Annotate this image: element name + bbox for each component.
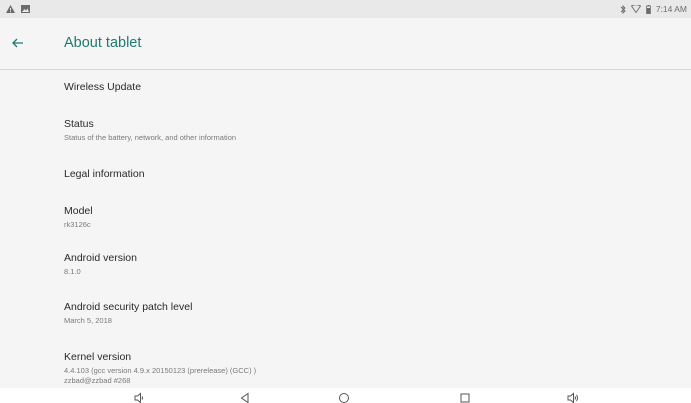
navigation-bar bbox=[0, 388, 691, 403]
image-notification-icon bbox=[21, 5, 30, 13]
item-summary: rk3126c bbox=[64, 220, 91, 229]
list-item-security-patch[interactable]: Android security patch level March 5, 20… bbox=[64, 301, 664, 326]
volume-up-button[interactable] bbox=[566, 392, 586, 403]
recents-square-icon bbox=[459, 392, 479, 403]
back-arrow-icon bbox=[12, 35, 24, 53]
app-bar: About tablet bbox=[0, 18, 691, 70]
item-summary: 8.1.0 bbox=[64, 267, 81, 276]
item-summary: March 5, 2018 bbox=[64, 316, 112, 325]
item-title: Wireless Update bbox=[64, 81, 142, 93]
home-button[interactable] bbox=[338, 392, 358, 403]
status-bar: 7:14 AM bbox=[0, 0, 691, 18]
battery-icon bbox=[645, 4, 651, 14]
item-title: Kernel version bbox=[64, 351, 132, 363]
status-right-icons: 7:14 AM bbox=[620, 4, 687, 14]
volume-down-button[interactable] bbox=[133, 392, 153, 403]
list-item-kernel-version[interactable]: Kernel version 4.4.103 (gcc version 4.9.… bbox=[64, 351, 664, 388]
recents-button[interactable] bbox=[459, 392, 479, 403]
item-summary: 4.4.103 (gcc version 4.9.x 20150123 (pre… bbox=[64, 366, 257, 375]
home-circle-icon bbox=[338, 392, 358, 403]
item-title: Android security patch level bbox=[64, 301, 193, 313]
back-nav-button[interactable] bbox=[239, 392, 259, 403]
back-button[interactable] bbox=[12, 24, 52, 64]
list-item-wireless-update[interactable]: Wireless Update bbox=[64, 81, 664, 94]
page-title: About tablet bbox=[64, 35, 142, 51]
warning-icon bbox=[6, 5, 15, 13]
status-time: 7:14 AM bbox=[655, 4, 687, 14]
volume-down-icon bbox=[133, 392, 153, 403]
volume-up-icon bbox=[566, 392, 586, 403]
list-item-status[interactable]: Status Status of the battery, network, a… bbox=[64, 118, 664, 143]
item-summary: Status of the battery, network, and othe… bbox=[64, 133, 237, 142]
item-title: Legal information bbox=[64, 168, 145, 180]
back-triangle-icon bbox=[239, 392, 259, 403]
item-summary-line2: zzbad@zzbad #268 bbox=[64, 376, 131, 385]
wifi-icon bbox=[630, 5, 641, 13]
item-title: Android version bbox=[64, 252, 137, 264]
list-item-legal-information[interactable]: Legal information bbox=[64, 168, 664, 181]
status-left-icons bbox=[6, 5, 30, 13]
item-title: Status bbox=[64, 118, 94, 130]
list-item-android-version[interactable]: Android version 8.1.0 bbox=[64, 252, 664, 277]
bluetooth-icon bbox=[620, 4, 626, 14]
list-item-model[interactable]: Model rk3126c bbox=[64, 205, 664, 230]
item-title: Model bbox=[64, 205, 93, 217]
screen: 7:14 AM About tablet Wireless Update Sta… bbox=[0, 0, 691, 403]
